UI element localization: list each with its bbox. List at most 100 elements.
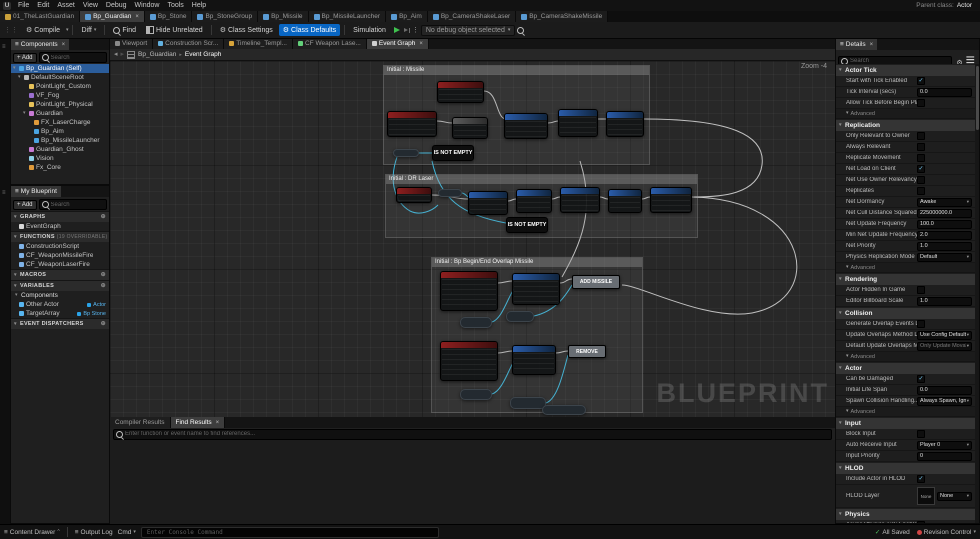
- asset-tab-bp-guardian[interactable]: Bp_Guardian: [80, 11, 145, 22]
- checkbox[interactable]: [917, 320, 925, 328]
- class-defaults-button[interactable]: Class Defaults: [278, 24, 341, 36]
- add-icon[interactable]: [101, 272, 106, 278]
- value-field[interactable]: 100.0: [917, 219, 972, 229]
- details-section-rendering[interactable]: Rendering: [836, 273, 975, 285]
- menu-view[interactable]: View: [79, 0, 102, 11]
- dropdown[interactable]: Awake: [917, 197, 972, 207]
- asset-tab-bp-camerashakemissile[interactable]: Bp_CameraShakeMissile: [516, 11, 609, 22]
- frame-skip-button[interactable]: [403, 27, 410, 33]
- compile-button[interactable]: Compile: [22, 24, 64, 36]
- asset-tab-bp-missilelauncher[interactable]: Bp_MissileLauncher: [308, 11, 387, 22]
- expander-icon[interactable]: [13, 66, 17, 71]
- menu-asset[interactable]: Asset: [53, 0, 79, 11]
- output-log-button[interactable]: Output Log: [75, 529, 112, 536]
- mb-section-variables[interactable]: VARIABLES: [11, 280, 109, 291]
- graph-tab-event-graph[interactable]: Event Graph: [366, 38, 429, 49]
- asset-tab-bp-missile[interactable]: Bp_Missile: [258, 11, 309, 22]
- menu-window[interactable]: Window: [131, 0, 164, 11]
- end-overlap-event-node[interactable]: [440, 341, 498, 381]
- forward-arrow-icon[interactable]: ▸: [121, 51, 125, 58]
- function-node[interactable]: [608, 189, 642, 213]
- checkbox[interactable]: [917, 187, 925, 195]
- function-node[interactable]: [512, 273, 560, 305]
- graph-tab-construction-scr[interactable]: Construction Scr...: [153, 38, 225, 49]
- dropdown[interactable]: Use Config Default: [917, 330, 972, 340]
- graph-tab-cf-weapon-lase[interactable]: CF Weapon Lase...: [292, 38, 367, 49]
- pure-node[interactable]: [438, 189, 462, 197]
- pure-node[interactable]: [393, 149, 419, 157]
- my-blueprint-tab[interactable]: My Blueprint: [11, 186, 61, 197]
- details-section-replication[interactable]: Replication: [836, 119, 975, 131]
- find-tab-compiler-results[interactable]: Compiler Results: [110, 417, 171, 428]
- asset-dropdown[interactable]: None: [937, 491, 972, 501]
- scrollbar-thumb[interactable]: [975, 66, 979, 130]
- dropdown[interactable]: Always Spawn, Ignore C...: [917, 396, 972, 406]
- details-section-collision[interactable]: Collision: [836, 307, 975, 319]
- components-tab[interactable]: Components: [11, 39, 70, 50]
- is-not-empty-node[interactable]: IS NOT EMPTY: [432, 145, 474, 161]
- mb-item-cf-weaponmissilefire[interactable]: CF_WeaponMissileFire: [11, 251, 109, 260]
- back-arrow-icon[interactable]: ◂: [114, 51, 118, 58]
- components-search-input[interactable]: [50, 54, 104, 61]
- add-blueprint-item-button[interactable]: + Add: [13, 199, 37, 210]
- menu-help[interactable]: Help: [188, 0, 210, 11]
- details-section-physics[interactable]: Physics: [836, 508, 975, 520]
- my-blueprint-search-input[interactable]: [50, 201, 104, 208]
- asset-tab-bp-aim[interactable]: Bp_Aim: [386, 11, 428, 22]
- value-field[interactable]: 0.0: [917, 87, 972, 97]
- close-icon[interactable]: [870, 42, 874, 48]
- component-row-bp-missilelauncher[interactable]: Bp_MissileLauncher: [11, 136, 109, 145]
- debug-object-dropdown[interactable]: No debug object selected: [420, 24, 516, 36]
- component-row-guardian[interactable]: Guardian: [11, 109, 109, 118]
- component-row-vision[interactable]: Vision: [11, 154, 109, 163]
- comment-title[interactable]: Initial : DR Laser: [386, 175, 697, 184]
- details-section-actor-tick[interactable]: Actor Tick: [836, 64, 975, 76]
- checkbox[interactable]: [917, 99, 925, 107]
- asset-tab-01-thelastguardian[interactable]: 01_TheLastGuardian: [0, 11, 81, 22]
- remove-macro-node[interactable]: REMOVE: [568, 345, 606, 358]
- sequence-node[interactable]: [452, 117, 488, 139]
- graph-tab-timeline-templ[interactable]: Timeline_Templ...: [224, 38, 293, 49]
- details-advanced-expander[interactable]: Advanced: [836, 109, 975, 119]
- component-row-fx-lasercharge[interactable]: FX_LaserCharge: [11, 118, 109, 127]
- checkbox[interactable]: [917, 154, 925, 162]
- details-section-hlod[interactable]: HLOD: [836, 462, 975, 474]
- component-row-pointlight-physical[interactable]: PointLight_Physical: [11, 100, 109, 109]
- checkbox[interactable]: [917, 132, 925, 140]
- component-row-pointlight-custom[interactable]: PointLight_Custom: [11, 82, 109, 91]
- find-tab-find-results[interactable]: Find Results: [170, 417, 226, 428]
- mb-item-other-actor[interactable]: Other Actor Actor: [11, 300, 109, 309]
- checkbox[interactable]: [917, 176, 925, 184]
- details-advanced-expander[interactable]: Advanced: [836, 263, 975, 273]
- debug-filter-icon[interactable]: [517, 26, 525, 34]
- mb-section-macros[interactable]: MACROS: [11, 269, 109, 280]
- function-node[interactable]: [650, 187, 692, 213]
- mb-section-event-dispatchers[interactable]: EVENT DISPATCHERS: [11, 318, 109, 329]
- panel-menu-icon[interactable]: [2, 44, 6, 50]
- drag-handle-icon[interactable]: ⋮⋮: [4, 26, 18, 34]
- details-section-input[interactable]: Input: [836, 417, 975, 429]
- begin-overlap-event-node[interactable]: [440, 271, 498, 311]
- expander-icon[interactable]: [23, 111, 27, 116]
- cmd-dropdown[interactable]: Cmd: [118, 529, 136, 536]
- close-icon[interactable]: [216, 420, 220, 426]
- menu-debug[interactable]: Debug: [102, 0, 131, 11]
- component-row-fx-core[interactable]: Fx_Core: [11, 163, 109, 172]
- component-row-guardian-ghost[interactable]: Guardian_Ghost: [11, 145, 109, 154]
- checkbox[interactable]: [917, 143, 925, 151]
- dropdown[interactable]: Player 0: [917, 440, 972, 450]
- checkbox[interactable]: [917, 521, 925, 523]
- is-not-empty-node[interactable]: IS NOT EMPTY: [506, 217, 548, 233]
- close-icon[interactable]: [135, 14, 139, 20]
- diff-button[interactable]: Diff: [77, 25, 100, 36]
- panel-menu-icon[interactable]: [2, 190, 6, 196]
- details-advanced-expander[interactable]: Advanced: [836, 407, 975, 417]
- breadcrumb-root[interactable]: Bp_Guardian: [138, 51, 176, 58]
- find-button[interactable]: Find: [109, 25, 140, 36]
- pure-node[interactable]: [460, 389, 492, 400]
- details-scrollbar[interactable]: [975, 64, 979, 523]
- revision-control-button[interactable]: Revision Control: [916, 529, 976, 536]
- mb-item-cf-weaponlaserfire[interactable]: CF_WeaponLaserFire: [11, 260, 109, 269]
- mb-item-constructionscript[interactable]: ConstructionScript: [11, 242, 109, 251]
- comment-title[interactable]: Initial : Bp Begin/End Overlap Missile: [432, 258, 642, 267]
